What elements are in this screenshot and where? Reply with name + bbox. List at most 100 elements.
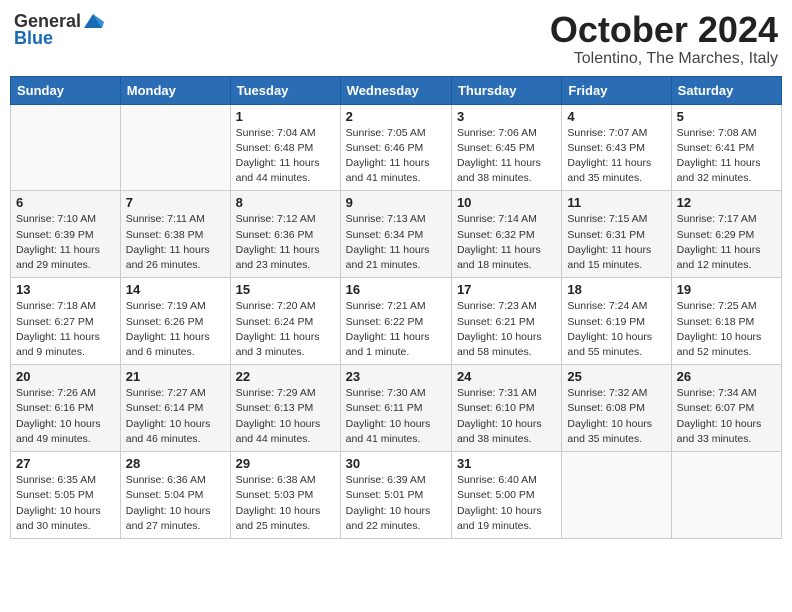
- calendar-cell: [120, 104, 230, 191]
- logo: General Blue: [14, 10, 104, 49]
- calendar-cell: 20 Sunrise: 7:26 AM Sunset: 6:16 PM Dayli…: [11, 365, 121, 452]
- day-info: Sunrise: 7:06 AM Sunset: 6:45 PM Dayligh…: [457, 126, 556, 187]
- day-number: 19: [677, 282, 776, 297]
- calendar-cell: 23Sunrise: 7:30 AM Sunset: 6:11 PM Dayli…: [340, 365, 451, 452]
- calendar-cell: 4 Sunrise: 7:07 AM Sunset: 6:43 PM Daylig…: [562, 104, 671, 191]
- calendar-header-saturday: Saturday: [671, 76, 781, 104]
- calendar-week-5: 27 Sunrise: 6:35 AM Sunset: 5:05 PM Dayli…: [11, 452, 782, 539]
- calendar-cell: 1Sunrise: 7:04 AM Sunset: 6:48 PM Daylig…: [230, 104, 340, 191]
- calendar-cell: 26 Sunrise: 7:34 AM Sunset: 6:07 PM Dayli…: [671, 365, 781, 452]
- day-info: Sunrise: 6:36 AM Sunset: 5:04 PM Dayligh…: [126, 473, 225, 534]
- day-number: 16: [346, 282, 446, 297]
- day-info: Sunrise: 7:27 AM Sunset: 6:14 PM Dayligh…: [126, 386, 225, 447]
- day-info: Sunrise: 6:35 AM Sunset: 5:05 PM Dayligh…: [16, 473, 115, 534]
- day-info: Sunrise: 7:26 AM Sunset: 6:16 PM Dayligh…: [16, 386, 115, 447]
- day-number: 9: [346, 195, 446, 210]
- day-number: 11: [567, 195, 665, 210]
- calendar-cell: 19 Sunrise: 7:25 AM Sunset: 6:18 PM Dayli…: [671, 278, 781, 365]
- day-info: Sunrise: 7:23 AM Sunset: 6:21 PM Dayligh…: [457, 299, 556, 360]
- calendar-header-thursday: Thursday: [451, 76, 561, 104]
- day-info: Sunrise: 7:19 AM Sunset: 6:26 PM Dayligh…: [126, 299, 225, 360]
- location-title: Tolentino, The Marches, Italy: [550, 50, 778, 68]
- calendar-header-row: SundayMondayTuesdayWednesdayThursdayFrid…: [11, 76, 782, 104]
- day-number: 18: [567, 282, 665, 297]
- calendar-cell: 24 Sunrise: 7:31 AM Sunset: 6:10 PM Dayli…: [451, 365, 561, 452]
- day-info: Sunrise: 7:30 AM Sunset: 6:11 PM Dayligh…: [346, 386, 446, 447]
- calendar-cell: [671, 452, 781, 539]
- calendar-week-3: 13 Sunrise: 7:18 AM Sunset: 6:27 PM Dayli…: [11, 278, 782, 365]
- day-number: 2: [346, 109, 446, 124]
- day-number: 13: [16, 282, 115, 297]
- day-number: 1: [236, 109, 335, 124]
- calendar-cell: 12 Sunrise: 7:17 AM Sunset: 6:29 PM Dayli…: [671, 191, 781, 278]
- day-number: 4: [567, 109, 665, 124]
- day-info: Sunrise: 7:11 AM Sunset: 6:38 PM Dayligh…: [126, 212, 225, 273]
- day-info: Sunrise: 7:20 AM Sunset: 6:24 PM Dayligh…: [236, 299, 335, 360]
- calendar-header-sunday: Sunday: [11, 76, 121, 104]
- day-number: 3: [457, 109, 556, 124]
- day-info: Sunrise: 7:10 AM Sunset: 6:39 PM Dayligh…: [16, 212, 115, 273]
- calendar-cell: [562, 452, 671, 539]
- day-number: 29: [236, 456, 335, 471]
- day-info: Sunrise: 7:12 AM Sunset: 6:36 PM Dayligh…: [236, 212, 335, 273]
- calendar-week-2: 6Sunrise: 7:10 AM Sunset: 6:39 PM Daylig…: [11, 191, 782, 278]
- day-info: Sunrise: 7:24 AM Sunset: 6:19 PM Dayligh…: [567, 299, 665, 360]
- day-info: Sunrise: 7:14 AM Sunset: 6:32 PM Dayligh…: [457, 212, 556, 273]
- day-number: 10: [457, 195, 556, 210]
- calendar-cell: 17 Sunrise: 7:23 AM Sunset: 6:21 PM Dayli…: [451, 278, 561, 365]
- calendar-cell: 29 Sunrise: 6:38 AM Sunset: 5:03 PM Dayli…: [230, 452, 340, 539]
- day-info: Sunrise: 7:17 AM Sunset: 6:29 PM Dayligh…: [677, 212, 776, 273]
- calendar-header-tuesday: Tuesday: [230, 76, 340, 104]
- calendar-cell: 27 Sunrise: 6:35 AM Sunset: 5:05 PM Dayli…: [11, 452, 121, 539]
- calendar-cell: 30Sunrise: 6:39 AM Sunset: 5:01 PM Dayli…: [340, 452, 451, 539]
- month-title: October 2024: [550, 10, 778, 50]
- day-number: 5: [677, 109, 776, 124]
- calendar-cell: 18 Sunrise: 7:24 AM Sunset: 6:19 PM Dayli…: [562, 278, 671, 365]
- day-number: 14: [126, 282, 225, 297]
- day-number: 7: [126, 195, 225, 210]
- calendar-cell: 2Sunrise: 7:05 AM Sunset: 6:46 PM Daylig…: [340, 104, 451, 191]
- day-info: Sunrise: 7:18 AM Sunset: 6:27 PM Dayligh…: [16, 299, 115, 360]
- calendar-cell: 21 Sunrise: 7:27 AM Sunset: 6:14 PM Dayli…: [120, 365, 230, 452]
- calendar-cell: 8Sunrise: 7:12 AM Sunset: 6:36 PM Daylig…: [230, 191, 340, 278]
- calendar-cell: 25 Sunrise: 7:32 AM Sunset: 6:08 PM Dayli…: [562, 365, 671, 452]
- day-info: Sunrise: 6:40 AM Sunset: 5:00 PM Dayligh…: [457, 473, 556, 534]
- day-info: Sunrise: 7:13 AM Sunset: 6:34 PM Dayligh…: [346, 212, 446, 273]
- day-number: 28: [126, 456, 225, 471]
- day-info: Sunrise: 7:08 AM Sunset: 6:41 PM Dayligh…: [677, 126, 776, 187]
- day-number: 20: [16, 369, 115, 384]
- calendar-cell: 7 Sunrise: 7:11 AM Sunset: 6:38 PM Daylig…: [120, 191, 230, 278]
- day-number: 22: [236, 369, 335, 384]
- calendar-cell: 16Sunrise: 7:21 AM Sunset: 6:22 PM Dayli…: [340, 278, 451, 365]
- calendar-cell: 3 Sunrise: 7:06 AM Sunset: 6:45 PM Daylig…: [451, 104, 561, 191]
- day-number: 25: [567, 369, 665, 384]
- calendar-cell: 15Sunrise: 7:20 AM Sunset: 6:24 PM Dayli…: [230, 278, 340, 365]
- day-number: 31: [457, 456, 556, 471]
- day-info: Sunrise: 7:32 AM Sunset: 6:08 PM Dayligh…: [567, 386, 665, 447]
- calendar-cell: 6Sunrise: 7:10 AM Sunset: 6:39 PM Daylig…: [11, 191, 121, 278]
- calendar-cell: 9 Sunrise: 7:13 AM Sunset: 6:34 PM Daylig…: [340, 191, 451, 278]
- calendar-cell: 31 Sunrise: 6:40 AM Sunset: 5:00 PM Dayli…: [451, 452, 561, 539]
- day-number: 17: [457, 282, 556, 297]
- calendar-cell: 10 Sunrise: 7:14 AM Sunset: 6:32 PM Dayli…: [451, 191, 561, 278]
- day-number: 21: [126, 369, 225, 384]
- title-block: October 2024 Tolentino, The Marches, Ita…: [550, 10, 778, 68]
- day-number: 24: [457, 369, 556, 384]
- day-number: 12: [677, 195, 776, 210]
- day-number: 27: [16, 456, 115, 471]
- day-info: Sunrise: 6:38 AM Sunset: 5:03 PM Dayligh…: [236, 473, 335, 534]
- logo-blue-text: Blue: [14, 28, 53, 49]
- day-info: Sunrise: 7:25 AM Sunset: 6:18 PM Dayligh…: [677, 299, 776, 360]
- calendar-cell: [11, 104, 121, 191]
- day-info: Sunrise: 6:39 AM Sunset: 5:01 PM Dayligh…: [346, 473, 446, 534]
- day-info: Sunrise: 7:34 AM Sunset: 6:07 PM Dayligh…: [677, 386, 776, 447]
- calendar-cell: 11Sunrise: 7:15 AM Sunset: 6:31 PM Dayli…: [562, 191, 671, 278]
- day-number: 26: [677, 369, 776, 384]
- calendar-cell: 13 Sunrise: 7:18 AM Sunset: 6:27 PM Dayli…: [11, 278, 121, 365]
- calendar-week-1: 1Sunrise: 7:04 AM Sunset: 6:48 PM Daylig…: [11, 104, 782, 191]
- day-info: Sunrise: 7:07 AM Sunset: 6:43 PM Dayligh…: [567, 126, 665, 187]
- day-info: Sunrise: 7:31 AM Sunset: 6:10 PM Dayligh…: [457, 386, 556, 447]
- logo-icon: [82, 10, 104, 32]
- calendar-header-wednesday: Wednesday: [340, 76, 451, 104]
- calendar-cell: 5 Sunrise: 7:08 AM Sunset: 6:41 PM Daylig…: [671, 104, 781, 191]
